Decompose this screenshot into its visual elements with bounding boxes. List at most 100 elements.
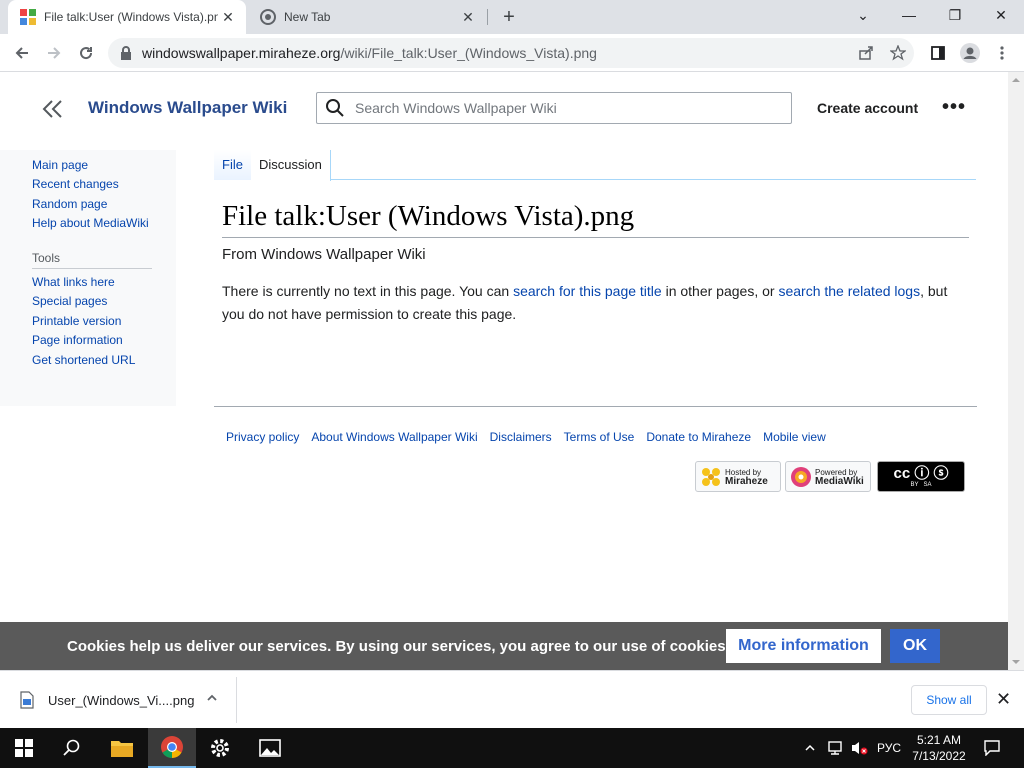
sidebar-item-recent-changes[interactable]: Recent changes — [32, 177, 119, 191]
miraheze-logo-icon — [702, 467, 720, 486]
url-text: windowswallpaper.miraheze.org/wiki/File_… — [142, 45, 597, 61]
download-item[interactable]: User_(Windows_Vi....png — [0, 677, 237, 723]
download-shelf: User_(Windows_Vi....png Show all ✕ — [0, 670, 1024, 728]
tray-chevron-up-icon[interactable] — [804, 742, 816, 754]
sidebar-item-main-page[interactable]: Main page — [32, 158, 88, 172]
network-icon[interactable] — [826, 740, 844, 756]
page-title: File talk:User (Windows Vista).png — [222, 200, 635, 232]
clock[interactable]: 5:21 AM 7/13/2022 — [912, 732, 966, 764]
clock-time: 5:21 AM — [916, 733, 962, 747]
windows-start-icon[interactable] — [0, 728, 48, 768]
url-domain: windowswallpaper.miraheze.org — [142, 45, 341, 61]
search-icon — [326, 99, 344, 117]
search-placeholder: Search Windows Wallpaper Wiki — [355, 100, 557, 116]
badge-line: MediaWiki — [815, 475, 864, 487]
body-text: in other pages, or — [661, 283, 779, 299]
show-all-button[interactable]: Show all — [911, 685, 987, 715]
cookie-text: Cookies help us deliver our services. By… — [67, 638, 730, 655]
footer-terms-link[interactable]: Terms of Use — [564, 430, 635, 444]
browser-menu-icon[interactable] — [988, 39, 1016, 67]
scroll-down-icon[interactable] — [1008, 654, 1024, 670]
sidebar-item-page-information[interactable]: Page information — [32, 333, 123, 347]
back-icon[interactable] — [8, 39, 36, 67]
chrome-favicon-icon — [260, 9, 276, 25]
profile-avatar-icon[interactable] — [956, 39, 984, 67]
sidebar-item-shortened-url[interactable]: Get shortened URL — [32, 353, 135, 367]
photos-icon[interactable] — [246, 728, 294, 768]
volume-muted-icon[interactable] — [850, 740, 868, 756]
new-tab-button[interactable]: + — [497, 5, 521, 29]
tab-divider — [487, 9, 488, 25]
page-scrollbar[interactable] — [1008, 72, 1024, 670]
url-path: /wiki/File_talk:User_(Windows_Vista).png — [340, 45, 597, 61]
bookmark-star-icon[interactable] — [884, 39, 912, 67]
windows-taskbar: РУС 5:21 AM 7/13/2022 — [0, 728, 1024, 768]
search-input[interactable]: Search Windows Wallpaper Wiki — [316, 92, 792, 124]
share-icon[interactable] — [852, 39, 880, 67]
sidebar-item-special-pages[interactable]: Special pages — [32, 294, 107, 308]
browser-toolbar: windowswallpaper.miraheze.org/wiki/File_… — [0, 34, 1024, 72]
footer-privacy-link[interactable]: Privacy policy — [226, 430, 299, 444]
side-panel-icon[interactable] — [924, 39, 952, 67]
mediawiki-logo-icon — [791, 466, 811, 487]
tab-file-talk[interactable]: File talk:User (Windows Vista).png ✕ — [8, 0, 246, 34]
search-logs-link[interactable]: search the related logs — [778, 283, 920, 299]
scroll-up-icon[interactable] — [1008, 72, 1024, 88]
forward-icon[interactable] — [40, 39, 68, 67]
reload-icon[interactable] — [72, 39, 100, 67]
tab-file[interactable]: File — [214, 150, 252, 180]
tab-search-icon[interactable]: ⌄ — [840, 0, 886, 30]
page-body: There is currently no text in this page.… — [222, 280, 962, 326]
minimize-button[interactable]: — — [886, 0, 932, 30]
download-filename: User_(Windows_Vi....png — [48, 692, 195, 708]
clock-date: 7/13/2022 — [912, 749, 966, 763]
chevron-up-icon[interactable] — [205, 691, 219, 705]
collapse-sidebar-icon[interactable] — [40, 96, 66, 122]
tab-title: File talk:User (Windows Vista).png — [44, 10, 218, 24]
badge-text: Powered by MediaWiki — [815, 468, 864, 487]
tab-close-icon[interactable]: ✕ — [458, 7, 478, 27]
sidebar-item-printable-version[interactable]: Printable version — [32, 314, 121, 328]
settings-gear-icon[interactable] — [196, 728, 244, 768]
file-explorer-icon[interactable] — [98, 728, 146, 768]
cookie-ok-button[interactable]: OK — [890, 629, 940, 663]
notification-icon[interactable] — [984, 740, 1000, 756]
tools-heading: Tools — [32, 251, 61, 265]
powered-by-mediawiki-badge[interactable]: Powered by MediaWiki — [785, 461, 871, 492]
footer-links: Privacy policy About Windows Wallpaper W… — [226, 430, 826, 444]
search-icon[interactable] — [48, 728, 96, 768]
badge-line: Miraheze — [725, 475, 768, 487]
close-icon[interactable]: ✕ — [996, 689, 1011, 710]
sidebar: Main page Recent changes Random page Hel… — [0, 150, 176, 406]
more-information-button[interactable]: More information — [726, 629, 881, 663]
footer-donate-link[interactable]: Donate to Miraheze — [646, 430, 751, 444]
hosted-by-miraheze-badge[interactable]: Hosted by Miraheze — [695, 461, 781, 492]
create-account-link[interactable]: Create account — [817, 100, 918, 116]
tab-new-tab[interactable]: New Tab ✕ — [250, 0, 486, 34]
search-page-title-link[interactable]: search for this page title — [513, 283, 662, 299]
address-bar[interactable]: windowswallpaper.miraheze.org/wiki/File_… — [108, 38, 914, 68]
tab-close-icon[interactable]: ✕ — [218, 7, 238, 27]
cookie-notice: Cookies help us deliver our services. By… — [0, 622, 1008, 670]
close-window-button[interactable]: ✕ — [978, 0, 1024, 30]
wiki-page: Windows Wallpaper Wiki Search Windows Wa… — [0, 72, 1008, 622]
badge-text: Hosted by Miraheze — [725, 468, 768, 487]
sidebar-item-random-page[interactable]: Random page — [32, 197, 107, 211]
chrome-taskbar-icon[interactable] — [148, 728, 196, 768]
sidebar-item-help[interactable]: Help about MediaWiki — [32, 216, 149, 230]
footer-disclaimers-link[interactable]: Disclaimers — [490, 430, 552, 444]
sidebar-item-what-links-here[interactable]: What links here — [32, 275, 115, 289]
language-indicator[interactable]: РУС — [877, 741, 901, 755]
site-title[interactable]: Windows Wallpaper Wiki — [88, 98, 287, 118]
divider — [214, 406, 977, 407]
tab-discussion[interactable]: Discussion — [251, 150, 331, 181]
divider — [32, 268, 152, 269]
restore-button[interactable]: ❐ — [932, 0, 978, 30]
page-tabs: File Discussion — [214, 150, 976, 181]
divider — [222, 237, 969, 238]
lock-icon[interactable] — [120, 46, 132, 60]
more-options-icon[interactable]: ••• — [942, 96, 966, 119]
footer-mobile-view-link[interactable]: Mobile view — [763, 430, 826, 444]
footer-about-link[interactable]: About Windows Wallpaper Wiki — [311, 430, 477, 444]
cc-by-sa-license-badge[interactable]: cc ⓘ ⓢ BY SA — [877, 461, 965, 492]
